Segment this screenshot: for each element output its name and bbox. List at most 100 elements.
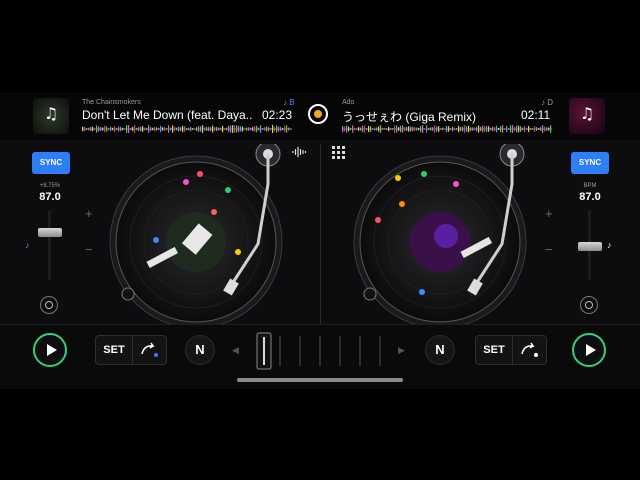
waveform-bar: [440, 128, 442, 130]
waveform-icon[interactable]: [292, 146, 308, 158]
waveform-bar: [362, 125, 364, 133]
right-turntable[interactable]: [350, 144, 530, 324]
waveform-bar: [124, 128, 126, 130]
left-turntable[interactable]: [108, 144, 288, 324]
right-play-button[interactable]: [572, 333, 606, 367]
waveform-bar: [130, 128, 132, 130]
waveform-bar: [502, 125, 504, 133]
waveform-bar: [508, 128, 510, 130]
left-pitch-plus[interactable]: +: [85, 206, 93, 221]
waveform-bar: [146, 127, 148, 131]
left-play-button[interactable]: [33, 333, 67, 367]
waveform-bar: [480, 126, 482, 132]
left-loop-button[interactable]: [132, 336, 167, 364]
waveform-bar: [352, 125, 354, 133]
waveform-bar: [436, 126, 438, 132]
waveform-bar: [378, 126, 380, 132]
waveform-bar: [250, 127, 252, 131]
loop-arrow-icon: [521, 342, 538, 357]
right-waveform[interactable]: [342, 125, 552, 133]
right-set-button[interactable]: SET: [476, 336, 512, 364]
waveform-bar: [236, 125, 238, 133]
left-sync-button[interactable]: SYNC: [32, 152, 70, 174]
waveform-bar: [212, 125, 214, 133]
waveform-bar: [366, 128, 368, 130]
deck-divider: [320, 144, 321, 324]
waveform-bar: [162, 127, 164, 131]
waveform-bar: [394, 125, 396, 133]
left-set-button[interactable]: SET: [96, 336, 132, 364]
waveform-bar: [176, 127, 178, 131]
left-waveform[interactable]: [82, 125, 292, 133]
waveform-bar: [178, 126, 180, 132]
play-icon: [47, 344, 57, 356]
waveform-bar: [344, 126, 346, 132]
right-pitch-minus[interactable]: −: [545, 242, 553, 257]
waveform-bar: [402, 125, 404, 133]
left-cue-button[interactable]: [40, 296, 58, 314]
waveform-bar: [542, 125, 544, 133]
waveform-bar: [270, 128, 272, 130]
waveform-bar: [420, 126, 422, 132]
waveform-bar: [234, 125, 236, 133]
right-n-button[interactable]: N: [425, 335, 455, 365]
right-pitch-fader-knob[interactable]: [578, 242, 602, 251]
right-pitch-plus[interactable]: +: [545, 206, 553, 221]
left-pitch-minus[interactable]: −: [85, 242, 93, 257]
waveform-bar: [370, 126, 372, 132]
left-album-art[interactable]: ♫: [33, 98, 69, 134]
home-indicator[interactable]: [237, 378, 403, 382]
right-artist: Ado: [342, 99, 355, 106]
track-info-bar: ♫ The Chainsmokers Don't Let Me Down (fe…: [0, 92, 640, 140]
right-album-art[interactable]: ♫: [569, 98, 605, 134]
waveform-bar: [454, 127, 456, 131]
waveform-bar: [276, 125, 278, 133]
waveform-bar: [514, 126, 516, 132]
waveform-bar: [118, 126, 120, 132]
waveform-bar: [86, 128, 88, 130]
left-track-title[interactable]: Don't Let Me Down (feat. Daya...: [82, 108, 252, 122]
center-effects-knob[interactable]: [308, 104, 328, 124]
waveform-bar: [528, 125, 530, 133]
left-pitch-fader-track[interactable]: [48, 210, 51, 280]
waveform-bar: [288, 127, 290, 131]
waveform-bar: [418, 127, 420, 131]
waveform-bar: [530, 128, 532, 130]
waveform-bar: [114, 126, 116, 132]
waveform-bar: [240, 126, 242, 132]
waveform-bar: [532, 128, 534, 130]
right-track-title[interactable]: うっせぇわ (Giga Remix): [342, 108, 512, 125]
left-keylock-icon[interactable]: ♪: [25, 240, 30, 250]
waveform-bar: [416, 127, 418, 131]
grid-icon[interactable]: [332, 146, 345, 159]
right-cue-button[interactable]: [580, 296, 598, 314]
left-bpm-value: 87.0: [39, 191, 61, 203]
waveform-bar: [256, 125, 258, 133]
waveform-bar: [192, 128, 194, 130]
waveform-bar: [144, 127, 146, 131]
left-n-button[interactable]: N: [185, 335, 215, 365]
waveform-bar: [422, 125, 424, 133]
right-loop-button[interactable]: [512, 336, 547, 364]
waveform-bar: [474, 127, 476, 131]
waveform-bar: [252, 127, 254, 131]
waveform-bar: [386, 128, 388, 130]
waveform-bar: [196, 127, 198, 131]
waveform-bar: [258, 127, 260, 131]
left-pitch-fader-knob[interactable]: [38, 228, 62, 237]
waveform-bar: [214, 126, 216, 132]
right-sync-button[interactable]: SYNC: [571, 152, 609, 174]
right-keylock-icon[interactable]: ♪: [607, 240, 612, 250]
waveform-bar: [154, 126, 156, 132]
waveform-bar: [412, 126, 414, 132]
waveform-bar: [376, 127, 378, 131]
waveform-bar: [160, 125, 162, 133]
waveform-bar: [548, 127, 550, 131]
crossfader[interactable]: ◀ ▶: [230, 331, 410, 371]
waveform-bar: [354, 127, 356, 131]
music-note-icon: ♫: [579, 104, 595, 123]
waveform-bar: [102, 127, 104, 131]
waveform-bar: [424, 128, 426, 130]
waveform-bar: [94, 128, 96, 130]
waveform-bar: [274, 126, 276, 132]
